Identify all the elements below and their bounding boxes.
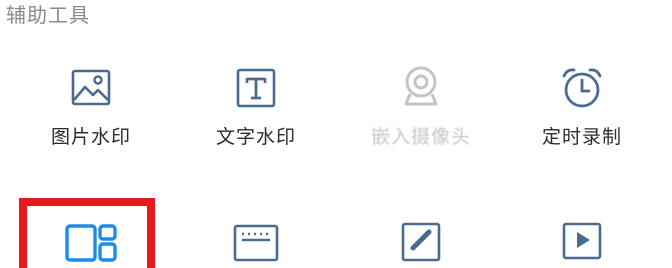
- pen-edit-icon: [401, 222, 441, 262]
- tool-scheduled-recording[interactable]: 定时录制: [507, 64, 657, 150]
- tool-keyboard[interactable]: [181, 222, 331, 262]
- tool-play-video[interactable]: [507, 218, 657, 262]
- tool-label: 定时录制: [541, 126, 622, 148]
- tool-embed-webcam[interactable]: 嵌入摄像头: [346, 64, 496, 150]
- image-icon: [71, 69, 111, 106]
- tool-text-watermark[interactable]: 文字水印: [181, 66, 331, 150]
- tool-pen-edit[interactable]: [346, 214, 496, 262]
- tool-label: 嵌入摄像头: [370, 126, 471, 148]
- alarm-clock-icon: [562, 68, 602, 108]
- webcam-icon: [404, 66, 438, 106]
- tool-image-watermark[interactable]: 图片水印: [16, 66, 166, 150]
- tool-label: 文字水印: [215, 126, 296, 148]
- play-video-icon: [562, 222, 602, 260]
- layout-split-icon: [65, 224, 117, 262]
- keyboard-icon: [233, 224, 279, 262]
- tool-label: 图片水印: [50, 126, 131, 148]
- tool-layout[interactable]: [16, 222, 166, 262]
- text-icon: [236, 68, 276, 108]
- section-title: 辅助工具: [6, 3, 90, 27]
